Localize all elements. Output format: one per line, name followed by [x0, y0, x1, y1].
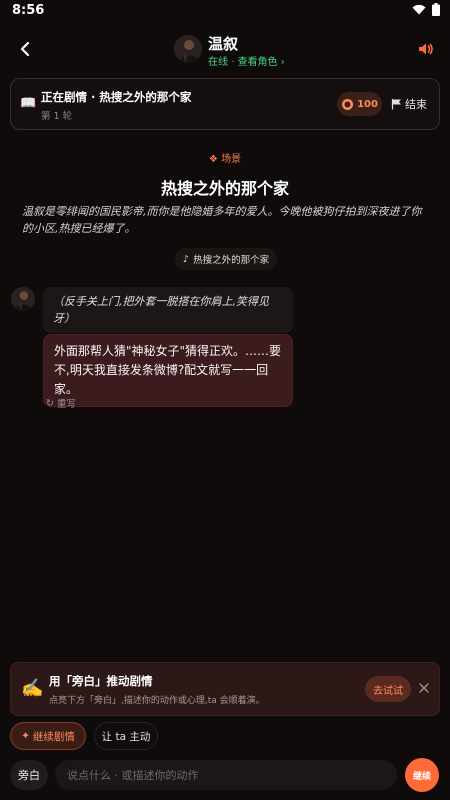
character-status: 在线 · 查看角色 › [208, 53, 285, 68]
back-button[interactable] [14, 38, 36, 60]
refresh-icon: ↻ [46, 397, 54, 409]
regenerate-button[interactable]: ↻ 重写 [46, 396, 76, 411]
points-value: 100 [357, 98, 378, 110]
music-pill[interactable]: ♪ 热搜之外的那个家 [175, 248, 278, 270]
back-icon [20, 41, 30, 57]
continue-label: 继续剧情 [32, 730, 75, 743]
end-story-button[interactable]: 结束 [391, 96, 427, 112]
narration-toggle[interactable]: 旁白 [10, 760, 48, 790]
view-role-link[interactable]: 查看角色 › [238, 57, 285, 68]
send-button[interactable]: 继续 [405, 758, 439, 792]
music-note-icon: ♪ [183, 253, 190, 265]
online-status: 在线 [208, 57, 228, 68]
status-time: 8:56 [12, 3, 45, 18]
scene-title: 热搜之外的那个家 [160, 179, 289, 198]
wifi-icon [412, 4, 426, 15]
status-separator: · [231, 57, 235, 68]
close-icon [419, 683, 429, 693]
tip-title: 用「旁白」推动剧情 [49, 674, 153, 688]
status-icons [412, 3, 440, 16]
speech-message: 外面那帮人猜"神秘女子"猜得正欢。……要不,明天我直接发条微博?配文就写一一回家… [43, 334, 293, 407]
story-status-card[interactable]: 📖 正在剧情 · 热搜之外的那个家 第 1 轮 100 结束 [10, 78, 440, 130]
story-round: 第 1 轮 [41, 111, 73, 122]
scene-tag-label: 场景 [221, 154, 242, 165]
book-icon: 📖 [20, 96, 37, 111]
speaker-button[interactable] [416, 39, 436, 59]
flag-icon [391, 99, 401, 110]
scene-description: 温叙是零绯闻的国民影帝,而你是他隐婚多年的爱人。今晚他被狗仔拍到深夜进了你的小区… [22, 205, 422, 235]
tip-description: 点亮下方「旁白」,描述你的动作或心理,ta 会顺着演。 [49, 696, 265, 706]
character-name: 温叙 [208, 35, 239, 53]
scene-tag: ❖ 场景 [0, 150, 450, 165]
action-message: （反手关上门,把外套一脱搭在你肩上,笑得见牙） [43, 287, 293, 333]
regenerate-label: 重写 [56, 399, 76, 410]
message-input[interactable] [55, 760, 397, 790]
writing-hand-icon: ✍️ [21, 678, 44, 699]
let-ta-lead-chip[interactable]: 让 ta 主动 [94, 722, 158, 750]
tip-close-button[interactable] [416, 680, 432, 696]
speaker-icon [419, 43, 433, 55]
narration-tip-card: ✍️ 用「旁白」推动剧情 点亮下方「旁白」,描述你的动作或心理,ta 会顺着演。… [10, 662, 440, 716]
sparkle-icon: ✦ [21, 730, 30, 742]
points-badge[interactable]: 100 [337, 92, 382, 116]
continue-story-chip[interactable]: ✦ 继续剧情 [10, 722, 86, 750]
try-button[interactable]: 去试试 [365, 676, 411, 702]
end-label: 结束 [405, 98, 427, 111]
diamond-icon: ❖ [208, 154, 218, 165]
battery-icon [432, 3, 440, 16]
character-avatar[interactable] [174, 35, 202, 63]
music-title: 热搜之外的那个家 [193, 255, 270, 266]
message-avatar[interactable] [11, 287, 35, 311]
story-title: 正在剧情 · 热搜之外的那个家 [41, 90, 192, 104]
coin-icon [342, 98, 354, 110]
